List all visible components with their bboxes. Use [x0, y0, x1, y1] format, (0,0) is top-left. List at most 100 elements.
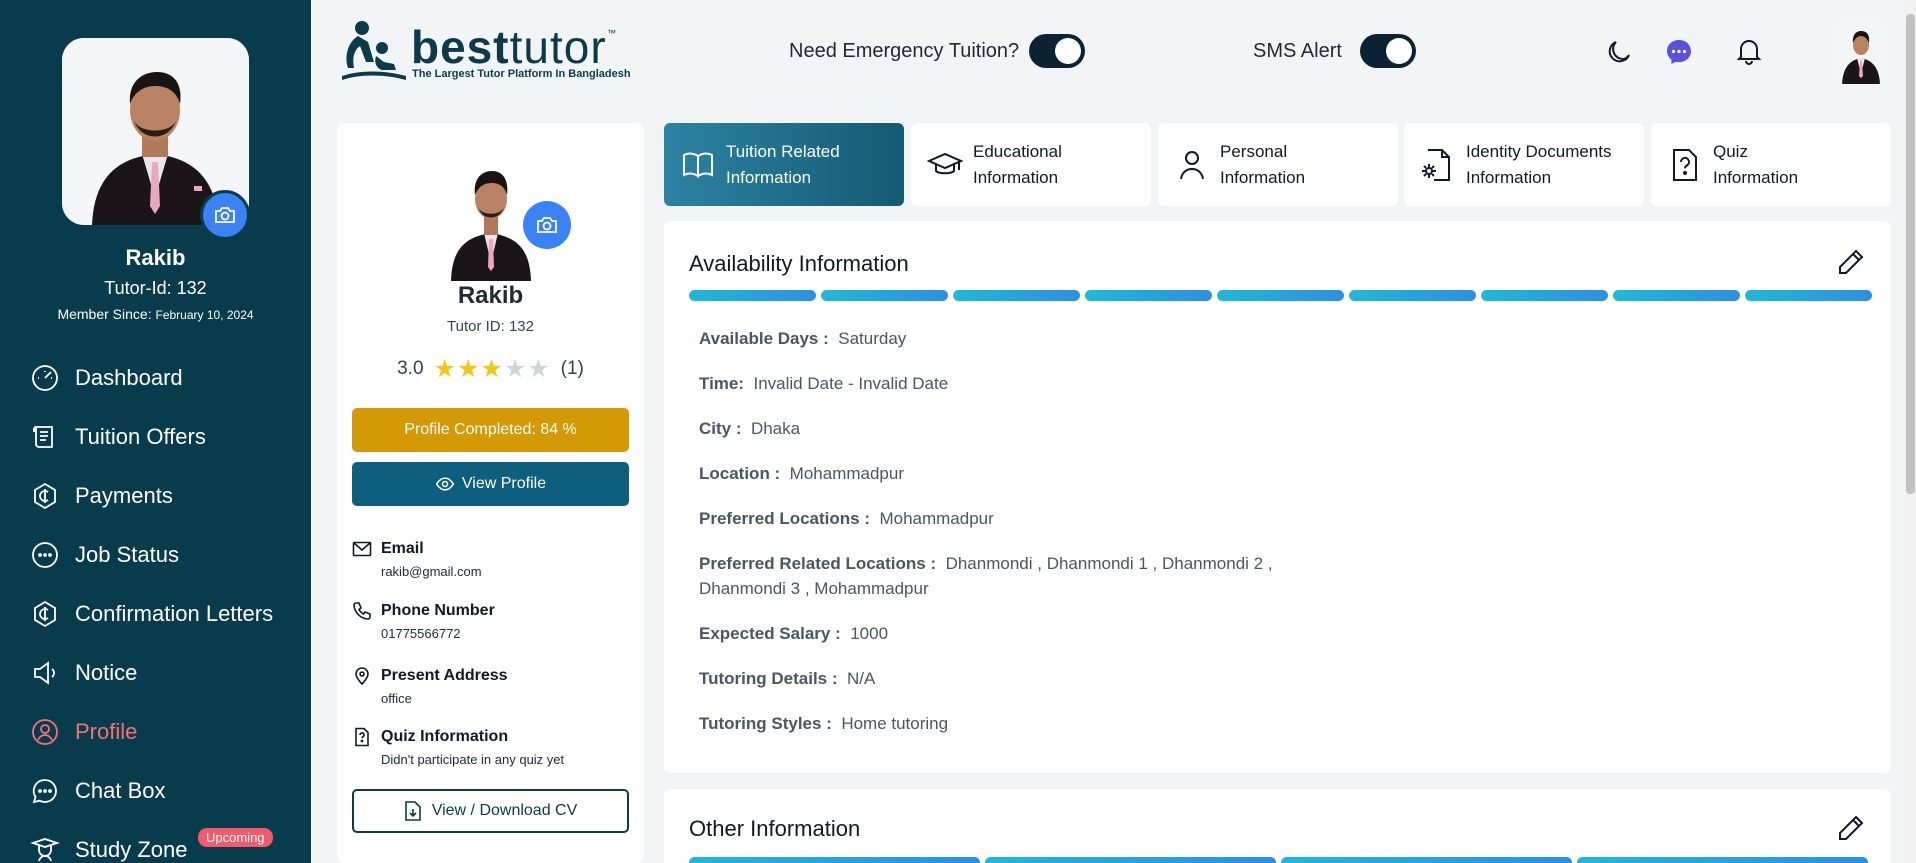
rating-score: 3.0: [397, 358, 424, 379]
upcoming-badge: Upcoming: [198, 828, 273, 847]
progress-segment: [1281, 857, 1572, 863]
emergency-tuition-toggle[interactable]: [1029, 34, 1085, 68]
edit-pencil-icon[interactable]: [1836, 813, 1866, 843]
nav-confirmation-letters[interactable]: Confirmation Letters: [0, 584, 311, 643]
view-profile-label: View Profile: [461, 475, 547, 492]
nav-chat-box[interactable]: Chat Box: [0, 761, 311, 820]
nav-label: Job Status: [75, 541, 179, 567]
doc-question-icon: [355, 727, 369, 747]
address-label: Present Address: [381, 667, 508, 684]
progress-segment: [953, 290, 1080, 301]
tab-educational[interactable]: Educational Information: [911, 123, 1151, 206]
profile-summary-card: Rakib Tutor ID: 132 3.0 ★★★★★ (1) Profil…: [337, 123, 644, 863]
location-pin-icon: [355, 667, 369, 686]
nav-study-zone[interactable]: Study Zone Upcoming: [0, 820, 311, 863]
nav-profile[interactable]: Profile: [0, 702, 311, 761]
available-days-row: Available Days : Saturday: [699, 329, 907, 348]
logo-tagline: The Largest Tutor Platform In Bangladesh: [412, 68, 631, 80]
scroll-icon: [33, 425, 53, 448]
nav-notice[interactable]: Notice: [0, 643, 311, 702]
doc-gear-icon: [1422, 148, 1450, 181]
tab-quiz[interactable]: Quiz Information: [1651, 123, 1891, 206]
moon-icon[interactable]: [1604, 37, 1634, 67]
preferred-locations-row: Preferred Locations : Mohammadpur: [699, 509, 994, 528]
phone-value: 01775566772: [381, 626, 461, 641]
tab-personal[interactable]: Personal Information: [1158, 123, 1398, 206]
availability-panel: Availability Information Available Days …: [664, 221, 1891, 773]
nav-tuition-offers[interactable]: Tuition Offers: [0, 407, 311, 466]
graduate-icon: [30, 837, 60, 861]
nav-label: Payments: [75, 482, 173, 508]
dots-circle-icon: [32, 541, 58, 568]
megaphone-icon: [34, 660, 55, 685]
bell-icon[interactable]: [1734, 36, 1764, 66]
tab-label: Identity Documents Information: [1466, 141, 1612, 187]
progress-segment: [689, 857, 980, 863]
rating: 3.0 ★★★★★ (1): [337, 354, 644, 384]
sidebar-member-since: Member Since: February 10, 2024: [57, 306, 254, 322]
star-icon: ★: [503, 355, 528, 383]
nav-job-status[interactable]: Job Status: [0, 525, 311, 584]
user-icon: [1180, 150, 1204, 179]
address-value: office: [381, 691, 412, 706]
sidebar-tutor-id: Tutor-Id: 132: [104, 278, 207, 298]
change-photo-button[interactable]: [523, 201, 571, 249]
expected-salary-row: Expected Salary : 1000: [699, 624, 889, 643]
brand-logo[interactable]: besttutor ™ The Largest Tutor Platform I…: [340, 16, 631, 86]
phone-info: Phone Number 01775566772: [352, 601, 632, 651]
change-photo-button[interactable]: [200, 190, 250, 240]
user-circle-icon: [32, 718, 58, 745]
tab-label: Tuition Related Information: [726, 141, 840, 187]
camera-icon: [537, 217, 557, 233]
download-file-icon: [404, 801, 421, 821]
tab-label: Educational Information: [973, 141, 1062, 187]
progress-segment: [1085, 290, 1212, 301]
nav-label: Chat Box: [75, 777, 166, 803]
panel-title: Other Information: [689, 816, 861, 841]
star-icon: ★: [527, 355, 551, 383]
progress-segment: [689, 290, 816, 301]
progress-segment: [1745, 290, 1872, 301]
tab-tuition-related[interactable]: Tuition Related Information: [664, 123, 904, 206]
nav-dashboard[interactable]: Dashboard: [0, 348, 311, 407]
nav-label: Study Zone: [75, 836, 188, 862]
sms-alert-toggle[interactable]: [1360, 34, 1416, 68]
camera-icon: [215, 207, 235, 223]
view-profile-button[interactable]: View Profile: [352, 462, 629, 506]
sms-alert-label: SMS Alert: [1253, 40, 1342, 62]
progress-segment: [1217, 290, 1344, 301]
coin-icon: [34, 600, 56, 627]
nav-label: Tuition Offers: [75, 423, 206, 449]
progress-segment: [1481, 290, 1608, 301]
cv-button-label: View / Download CV: [431, 802, 578, 819]
edit-pencil-icon[interactable]: [1836, 247, 1866, 277]
header-avatar[interactable]: [1838, 20, 1884, 84]
email-info: Email rakib@gmail.com: [352, 539, 632, 589]
tab-identity-documents[interactable]: Identity Documents Information: [1404, 123, 1644, 206]
tab-label: Quiz Information: [1713, 141, 1799, 187]
availability-progress: [689, 290, 1872, 301]
panel-title: Availability Information: [689, 251, 909, 276]
profile-name: Rakib: [457, 282, 524, 309]
address-info: Present Address office: [352, 666, 632, 716]
book-icon: [683, 152, 713, 178]
nav-payments[interactable]: Payments: [0, 466, 311, 525]
star-icon: ★: [456, 355, 481, 383]
nav-label: Confirmation Letters: [75, 600, 274, 626]
phone-label: Phone Number: [381, 602, 495, 619]
profile-photo: [449, 153, 533, 281]
quiz-value: Didn't participate in any quiz yet: [381, 752, 565, 767]
tab-label: Personal Information: [1220, 141, 1306, 187]
nav-label: Profile: [75, 718, 138, 744]
gauge-icon: [32, 364, 58, 391]
progress-segment: [821, 290, 948, 301]
download-cv-button[interactable]: View / Download CV: [352, 789, 629, 833]
coin-icon: [34, 482, 56, 509]
logo-text: besttutor: [411, 21, 607, 73]
scrollbar-thumb[interactable]: [1906, 14, 1915, 494]
profile-completed-bar: Profile Completed: 84 %: [352, 408, 629, 452]
messenger-icon[interactable]: [1664, 37, 1694, 67]
rating-stars: ★★★★★: [434, 354, 551, 384]
profile-tutor-id: Tutor ID: 132: [447, 318, 534, 335]
doc-question-icon: [1673, 148, 1697, 181]
